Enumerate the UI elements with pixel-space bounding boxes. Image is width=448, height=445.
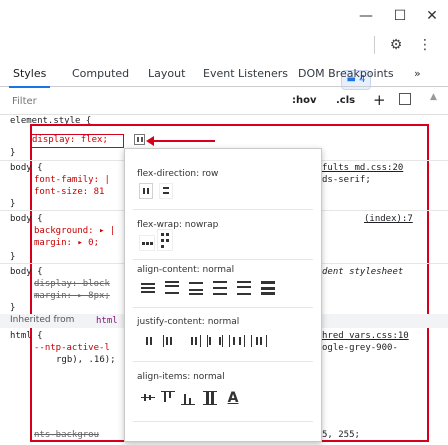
align-items-start-button[interactable] <box>161 391 175 405</box>
body-selector-1: body { <box>10 163 43 173</box>
justify-content-start-button[interactable] <box>163 335 179 347</box>
justify-content-space-evenly-button[interactable] <box>251 335 267 347</box>
ntp-value-tail: ogle-grey-900- <box>322 343 398 353</box>
tab-layout[interactable]: Layout <box>148 62 185 86</box>
justify-content-options <box>139 333 309 351</box>
font-family-value: ds-serif; <box>322 175 371 185</box>
flex-direction-label: flex-direction: row <box>137 169 219 179</box>
window-titlebar: — ☐ ✕ <box>0 0 448 32</box>
tabs-overflow-icon[interactable]: » <box>414 62 421 86</box>
ntp-active-value: rgb), .16); <box>56 355 116 365</box>
minimize-button[interactable]: — <box>351 6 381 26</box>
margin-decl: margin: ▸ 0; <box>34 238 100 248</box>
source-link-2[interactable]: (index):7 <box>364 214 413 224</box>
hov-toggle[interactable]: :hov <box>292 95 317 106</box>
new-rule-button[interactable]: + <box>373 91 386 109</box>
devtools-toolbar: ▬ 4 ⚙ ⋮ <box>0 32 448 90</box>
divider <box>133 259 313 260</box>
close-brace: } <box>10 303 16 313</box>
align-content-end-button[interactable] <box>189 281 203 295</box>
align-content-space-between-button[interactable] <box>237 281 251 295</box>
close-button[interactable]: ✕ <box>417 6 447 26</box>
align-content-start-button[interactable] <box>165 281 179 295</box>
arrow-head-icon <box>146 136 154 146</box>
align-content-space-around-button[interactable] <box>213 281 227 295</box>
divider <box>133 307 313 308</box>
divider <box>133 209 313 210</box>
filter-bar: :hov .cls + ▲ <box>0 88 448 115</box>
align-items-center-button[interactable] <box>141 391 155 405</box>
source-link-html[interactable]: hred vars.css:10 <box>322 331 409 341</box>
justify-content-end-button[interactable] <box>185 335 201 347</box>
body-selector-3: body { <box>10 267 43 277</box>
divider <box>133 361 313 362</box>
user-agent-label: dent stylesheet <box>322 267 404 277</box>
flex-direction-column-button[interactable] <box>159 183 173 199</box>
flexbox-editor-icon[interactable] <box>134 134 145 145</box>
flex-direction-row-button[interactable] <box>139 183 153 199</box>
arrow-line <box>153 140 215 142</box>
tab-computed[interactable]: Computed <box>72 62 129 86</box>
align-items-end-button[interactable] <box>181 391 195 405</box>
close-brace: } <box>10 199 16 209</box>
align-content-center-button[interactable] <box>141 281 155 295</box>
justify-content-space-around-button[interactable] <box>229 335 245 347</box>
tab-event-listeners[interactable]: Event Listeners <box>203 62 288 86</box>
justify-content-space-between-button[interactable] <box>207 335 223 347</box>
align-items-stretch-button[interactable] <box>203 391 217 405</box>
display-prop: display: flex; <box>32 135 108 145</box>
tab-styles[interactable]: Styles <box>9 62 51 88</box>
body-selector-2: body { <box>10 214 43 224</box>
align-content-options <box>139 279 309 297</box>
justify-content-label: justify-content: normal <box>137 317 240 327</box>
align-items-baseline-button[interactable]: A <box>225 389 241 407</box>
more-options-icon[interactable]: ⋮ <box>418 35 432 55</box>
ntp-background-decl: nts-backgrou <box>34 430 100 440</box>
background-decl: background: ▸ | <box>34 226 116 236</box>
flex-wrap-label: flex-wrap: nowrap <box>137 220 219 230</box>
align-items-label: align-items: normal <box>137 372 225 382</box>
flex-wrap-wrap-button[interactable] <box>157 229 173 251</box>
inherited-tag[interactable]: html <box>96 316 118 326</box>
inherited-label: Inherited from <box>10 315 75 325</box>
cls-toggle[interactable]: .cls <box>336 95 355 106</box>
source-link-1[interactable]: fults md.css:20 <box>322 163 403 173</box>
tab-dom-breakpoints[interactable]: DOM Breakpoints <box>298 62 394 86</box>
scroll-up-icon[interactable]: ▲ <box>430 92 437 102</box>
font-family-decl: font-family: | <box>34 175 110 185</box>
close-brace: } <box>10 148 16 158</box>
display-declaration: display: flex; <box>32 135 108 145</box>
margin-8px-decl: margin: ▸ 8px; <box>34 291 110 301</box>
flexbox-editor-popup: flex-direction: row flex-wrap: nowrap al… <box>124 148 322 442</box>
close-brace: } <box>10 252 16 262</box>
ntp-active-decl: --ntp-active-l <box>34 343 110 353</box>
font-size-decl: font-size: 81 <box>34 187 105 197</box>
computed-sidebar-icon[interactable] <box>399 93 411 105</box>
flex-wrap-nowrap-button[interactable] <box>139 235 155 251</box>
filter-input[interactable] <box>12 94 262 108</box>
divider <box>374 36 375 54</box>
html-selector: html { <box>10 331 43 341</box>
maximize-button[interactable]: ☐ <box>385 6 415 26</box>
align-content-label: align-content: normal <box>137 265 235 275</box>
align-content-stretch-button[interactable] <box>261 281 275 295</box>
justify-content-center-button[interactable] <box>141 335 157 347</box>
align-items-options: A <box>139 389 309 411</box>
divider <box>133 421 313 422</box>
styles-tabs: Styles Computed Layout Event Listeners D… <box>0 62 448 88</box>
rgb-tail: 5, 255; <box>322 430 360 440</box>
display-block-decl: display: block <box>34 279 110 289</box>
gear-icon[interactable]: ⚙ <box>387 35 405 55</box>
